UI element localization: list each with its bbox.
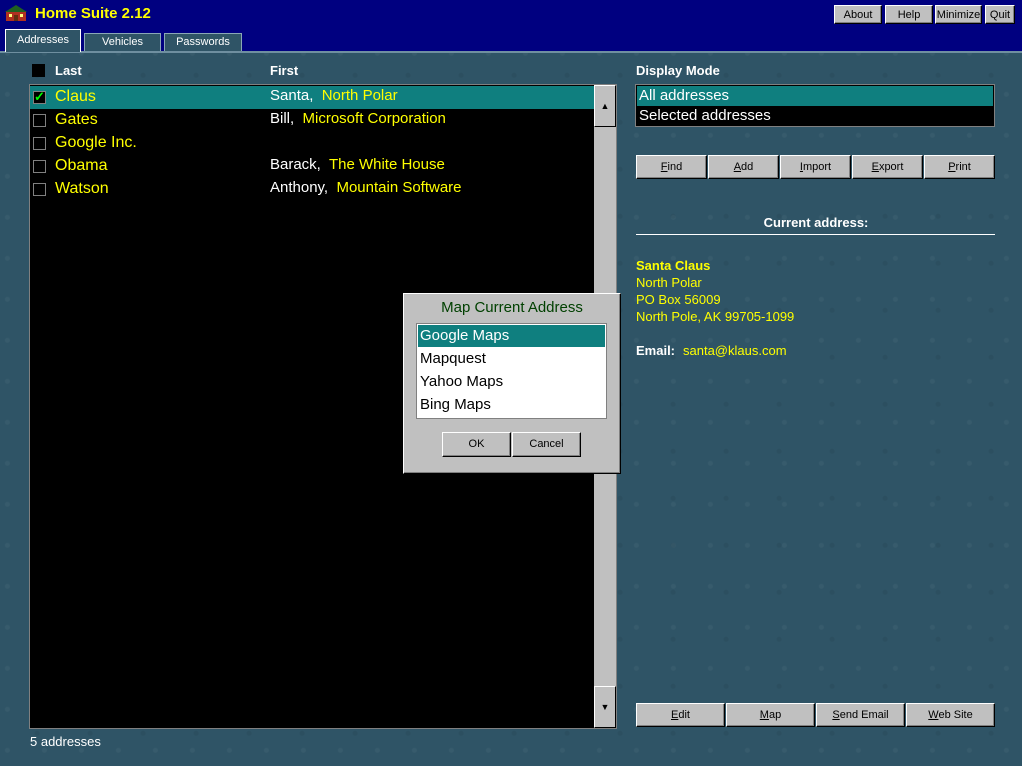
email-label: Email: <box>636 343 676 358</box>
web-site-button[interactable]: Web Site <box>906 703 995 727</box>
display-mode-list[interactable]: All addresses Selected addresses <box>635 84 995 127</box>
company-name: Mountain Software <box>336 179 462 196</box>
tab-strip: Addresses Vehicles Passwords <box>0 28 1022 53</box>
first-name-company: Anthony, Mountain Software <box>270 179 462 196</box>
row-checkbox[interactable] <box>33 160 46 173</box>
ok-button[interactable]: OK <box>442 432 511 457</box>
display-mode-title: Display Mode <box>636 63 720 78</box>
map-button[interactable]: Map <box>726 703 815 727</box>
scroll-down-button[interactable]: ▼ <box>594 686 616 728</box>
first-name: Santa, <box>270 87 314 104</box>
company-name: Microsoft Corporation <box>302 110 446 127</box>
address-line1: North Polar <box>636 275 702 290</box>
address-name: Santa Claus <box>636 258 711 273</box>
display-mode-option-all[interactable]: All addresses <box>637 86 993 106</box>
house-icon <box>5 5 27 21</box>
map-option-google[interactable]: Google Maps <box>418 325 605 347</box>
tab-vehicles[interactable]: Vehicles <box>84 33 161 51</box>
map-option-mapquest[interactable]: Mapquest <box>418 348 605 370</box>
map-address-dialog: Map Current Address Google Maps Mapquest… <box>403 293 621 474</box>
first-name-company: Barack, The White House <box>270 156 445 173</box>
display-mode-option-selected[interactable]: Selected addresses <box>637 106 993 126</box>
arrow-up-icon: ▲ <box>600 101 610 111</box>
arrow-down-icon: ▼ <box>600 702 610 712</box>
minimize-button[interactable]: Minimize <box>935 5 982 24</box>
tab-passwords[interactable]: Passwords <box>164 33 242 51</box>
list-item[interactable]: Watson Anthony, Mountain Software <box>30 178 594 201</box>
map-option-yahoo[interactable]: Yahoo Maps <box>418 371 605 393</box>
print-button[interactable]: Print <box>924 155 995 179</box>
select-all-checkbox[interactable] <box>32 64 45 77</box>
find-button[interactable]: Find <box>636 155 707 179</box>
row-checkbox[interactable]: ✓ <box>33 90 46 104</box>
last-name: Claus <box>55 88 96 105</box>
address-line3: North Pole, AK 99705-1099 <box>636 309 795 324</box>
last-name: Watson <box>55 180 109 197</box>
first-column-header[interactable]: First <box>270 63 298 78</box>
map-option-bing[interactable]: Bing Maps <box>418 394 605 416</box>
import-button[interactable]: Import <box>780 155 851 179</box>
map-service-list[interactable]: Google Maps Mapquest Yahoo Maps Bing Map… <box>416 323 607 419</box>
status-text: 5 addresses <box>30 734 101 749</box>
edit-button[interactable]: Edit <box>636 703 725 727</box>
app-title: Home Suite 2.12 <box>35 5 151 22</box>
address-line2: PO Box 56009 <box>636 292 721 307</box>
list-item[interactable]: ✓ Claus Santa, North Polar <box>30 86 594 109</box>
row-checkbox[interactable] <box>33 137 46 150</box>
send-email-button[interactable]: Send Email <box>816 703 905 727</box>
cancel-button[interactable]: Cancel <box>512 432 581 457</box>
last-name: Google Inc. <box>55 134 137 151</box>
last-name: Obama <box>55 157 108 174</box>
list-item[interactable]: Google Inc. <box>30 132 594 155</box>
title-bar: Home Suite 2.12 About Help Minimize Quit <box>0 0 1022 28</box>
tab-addresses[interactable]: Addresses <box>5 29 81 52</box>
email-link[interactable]: santa@klaus.com <box>683 343 787 358</box>
first-name: Bill, <box>270 110 295 127</box>
company-name: The White House <box>328 156 445 173</box>
first-name: Anthony, <box>270 179 329 196</box>
row-checkbox[interactable] <box>33 183 46 196</box>
help-button[interactable]: Help <box>885 5 933 24</box>
scroll-up-button[interactable]: ▲ <box>594 85 616 127</box>
export-button[interactable]: Export <box>852 155 923 179</box>
about-button[interactable]: About <box>834 5 882 24</box>
dialog-title: Map Current Address <box>441 299 583 316</box>
add-button[interactable]: Add <box>708 155 779 179</box>
current-address-title: Current address: <box>763 215 869 230</box>
last-column-header[interactable]: Last <box>55 63 82 78</box>
first-name-company: Santa, North Polar <box>270 87 398 104</box>
list-item[interactable]: Gates Bill, Microsoft Corporation <box>30 109 594 132</box>
first-name-company: Bill, Microsoft Corporation <box>270 110 446 127</box>
first-name: Barack, <box>270 156 321 173</box>
company-name: North Polar <box>321 87 398 104</box>
row-checkbox[interactable] <box>33 114 46 127</box>
list-item[interactable]: Obama Barack, The White House <box>30 155 594 178</box>
divider <box>636 234 995 235</box>
last-name: Gates <box>55 111 98 128</box>
quit-button[interactable]: Quit <box>985 5 1015 24</box>
